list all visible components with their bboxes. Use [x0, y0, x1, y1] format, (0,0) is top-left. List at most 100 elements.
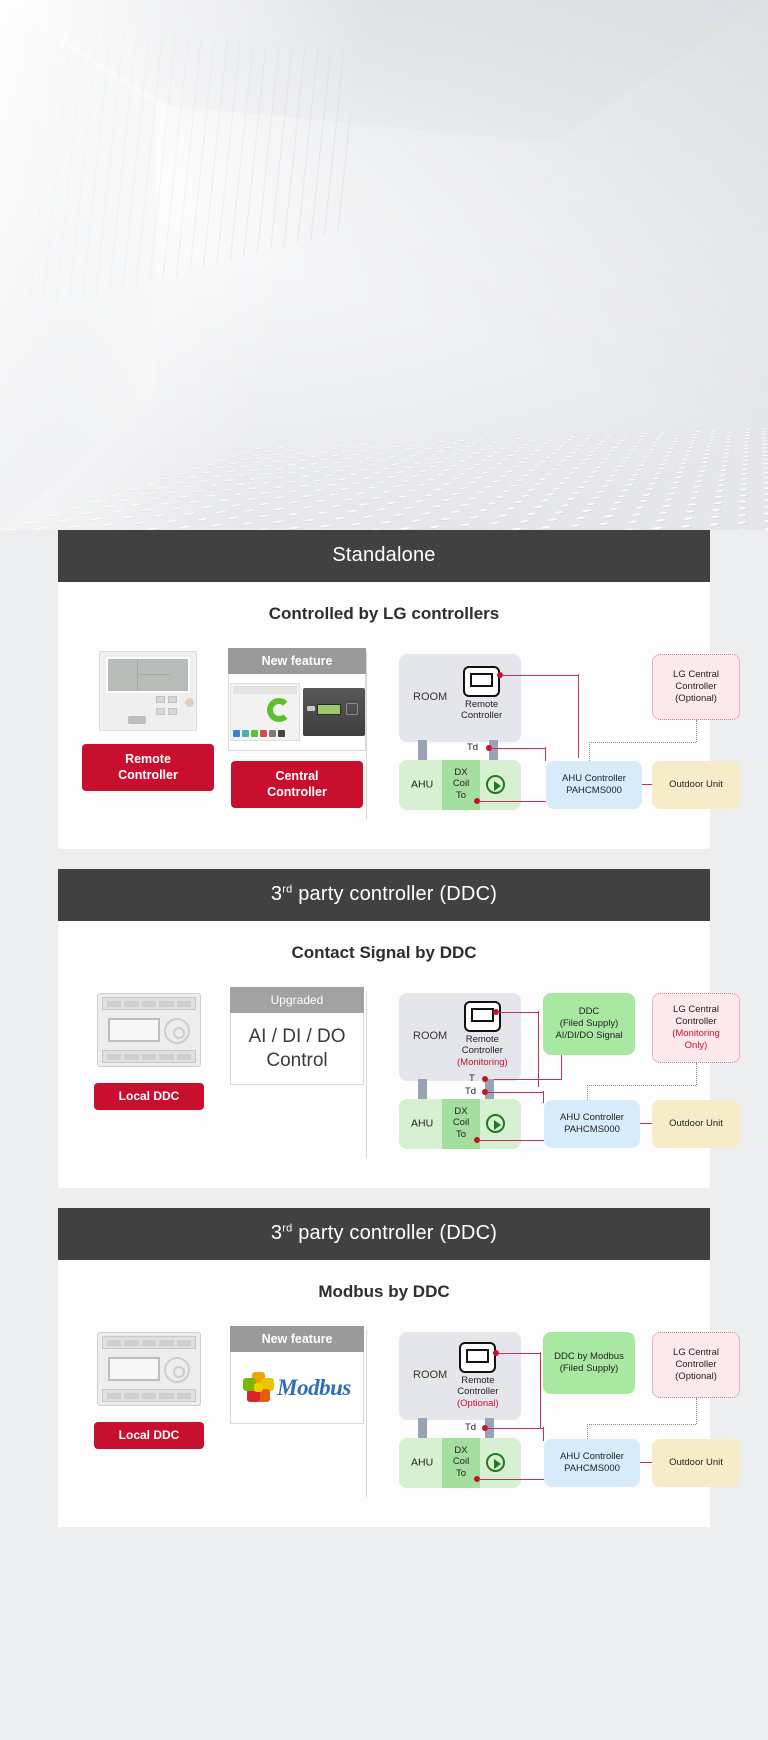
panel-header-ddc-modbus: 3rd party controller (DDC): [58, 1208, 710, 1260]
remote-controller-caption: Remote Controller (Monitoring): [457, 1034, 508, 1068]
to-label: To: [455, 1467, 467, 1479]
ddc-bottom-terminals: [102, 1389, 196, 1402]
remote-controller-device-icon: [99, 651, 197, 731]
coil-l2: Coil: [452, 778, 470, 790]
ahu-label: AHU: [411, 1117, 434, 1130]
room-pillar-left: [418, 1418, 427, 1438]
badge-central-controller[interactable]: Central Controller: [231, 761, 363, 809]
remote-controller-icon: [463, 666, 501, 697]
product-central-controller[interactable]: New feature Central Controller: [228, 648, 366, 809]
panel-header-standalone: Standalone: [58, 530, 710, 582]
dotted-lgcc-to-ctrl: [587, 1424, 696, 1425]
panel-title: Contact Signal by DDC: [291, 943, 477, 962]
badge-remote-controller[interactable]: Remote Controller: [82, 744, 214, 792]
feature-text: AI / DI / DO Control: [248, 1025, 345, 1073]
wire-rc-to-lgcc: [501, 674, 579, 676]
lgcc-l3: (Monitoring: [672, 1028, 720, 1039]
badge-line1: Central: [275, 769, 319, 783]
ribbon-upgraded: Upgraded: [230, 987, 364, 1013]
coil-l2: Coil: [452, 1456, 470, 1468]
ddc-l1: DDC: [578, 1006, 600, 1018]
room-label: ROOM: [413, 1369, 448, 1382]
td-text: Td: [467, 742, 479, 753]
badge-local-ddc[interactable]: Local DDC: [94, 1083, 204, 1110]
panel-body-ddc-contact: Contact Signal by DDC Local DDC Upgraded…: [58, 921, 740, 1188]
cc-hardware-panel: [302, 688, 365, 736]
lgcc-note: Only): [684, 1039, 708, 1051]
panel-header-ddc-contact: 3rd party controller (DDC): [58, 869, 710, 921]
t-text: T: [469, 1073, 475, 1084]
remote-controller-icon: [463, 1001, 501, 1032]
product-ai-di-do[interactable]: Upgraded AI / DI / DO Control: [230, 987, 364, 1110]
t-node: [482, 1076, 488, 1082]
remote-controller-caption: Remote Controller: [461, 699, 502, 722]
dotted-to-ctrl: [589, 742, 590, 761]
room-pillar-left: [418, 740, 427, 760]
feature-l1: AI / DI / DO: [248, 1025, 346, 1047]
room-label: ROOM: [413, 691, 448, 704]
fan-icon: [486, 1453, 505, 1472]
ddc-box: DDC (Filed Supply) AI/DI/DO Signal: [543, 993, 635, 1055]
cc-software-ui: [229, 683, 300, 741]
odu-label: Outdoor Unit: [669, 1457, 723, 1469]
wire-rc-right: [497, 1011, 539, 1013]
wire-ddc-down: [561, 1055, 563, 1080]
ddc-l1: DDC by Modbus: [554, 1351, 624, 1363]
td-text: Td: [465, 1422, 477, 1433]
wire-ddc-to-t: [490, 1079, 562, 1081]
cc-icon-row: [232, 730, 285, 737]
local-ddc-device-icon: [97, 1332, 201, 1406]
panel-body-ddc-modbus: Modbus by DDC Local DDC New feature Modb…: [58, 1260, 740, 1527]
ai-di-do-feature-box: AI / DI / DO Control: [230, 1013, 364, 1085]
rc-cap-l2: Controller: [457, 1386, 499, 1398]
ctrl-l1: AHU Controller: [562, 773, 626, 785]
rc-cap-note: (Optional): [457, 1397, 499, 1409]
wire-rc-down: [540, 1352, 542, 1428]
badge-line2: Controller: [118, 767, 178, 782]
ddc-l3: AI/DI/DO Signal: [555, 1029, 623, 1041]
system-diagram-ddc-modbus: ROOM Remote Controller (Optional) DDC by…: [381, 1326, 740, 1501]
hero-image: [0, 0, 768, 530]
ddc-top-terminals: [102, 1336, 196, 1349]
cc-lcd-display: [316, 704, 341, 715]
local-ddc-device-icon: [97, 993, 201, 1067]
lgcc-l2: Controller: [675, 681, 717, 693]
cc-lg-logo: [306, 706, 315, 711]
product-modbus[interactable]: New feature Modbus: [230, 1326, 364, 1449]
panel-header-rest: party controller (DDC): [292, 883, 498, 905]
ahu-controller-box: AHU Controller PAHCMS000: [544, 1439, 640, 1487]
room-box: ROOM Remote Controller: [399, 654, 521, 742]
column-divider: [366, 1330, 367, 1497]
lgcc-l2: Controller: [675, 1016, 717, 1028]
remote-controller-caption: Remote Controller (Optional): [457, 1375, 499, 1409]
ribbon-new-feature: New feature: [230, 1326, 364, 1352]
column-divider: [366, 991, 367, 1158]
lg-logo-mark: [128, 716, 146, 724]
t-label: T: [469, 1073, 475, 1084]
ddc-nav-pad: [164, 1018, 190, 1044]
badge-local-ddc[interactable]: Local DDC: [94, 1422, 204, 1449]
modbus-logo-box: Modbus: [230, 1352, 364, 1424]
wire-rc-right: [497, 1352, 541, 1354]
rc-power-dot: [185, 698, 194, 707]
product-local-ddc[interactable]: Local DDC: [82, 987, 216, 1110]
central-controller-device-icon: [229, 682, 365, 742]
column-divider: [366, 652, 367, 819]
modbus-logo: Modbus: [242, 1372, 351, 1403]
dotted-lgcc-down: [696, 1398, 697, 1424]
lgcc-l1: LG Central: [673, 1347, 719, 1359]
dotted-to-ctrl: [587, 1424, 588, 1439]
lgcc-l3: (Optional): [675, 1370, 717, 1382]
product-local-ddc[interactable]: Local DDC: [82, 1326, 216, 1449]
ahu-controller-box: AHU Controller PAHCMS000: [544, 1100, 640, 1148]
td-label: Td: [467, 742, 478, 753]
ddc-modbus-box: DDC by Modbus (Filed Supply): [543, 1332, 635, 1394]
badge-line2: Controller: [267, 784, 327, 799]
ddc-bottom-terminals: [102, 1050, 196, 1063]
wire-rc-down: [538, 1011, 540, 1087]
fan-icon: [486, 1114, 505, 1133]
to-label: To: [455, 1128, 467, 1140]
product-remote-controller[interactable]: Remote Controller: [82, 648, 214, 808]
ctrl-l1: AHU Controller: [560, 1451, 624, 1463]
panel-header-text: Standalone: [332, 544, 436, 566]
